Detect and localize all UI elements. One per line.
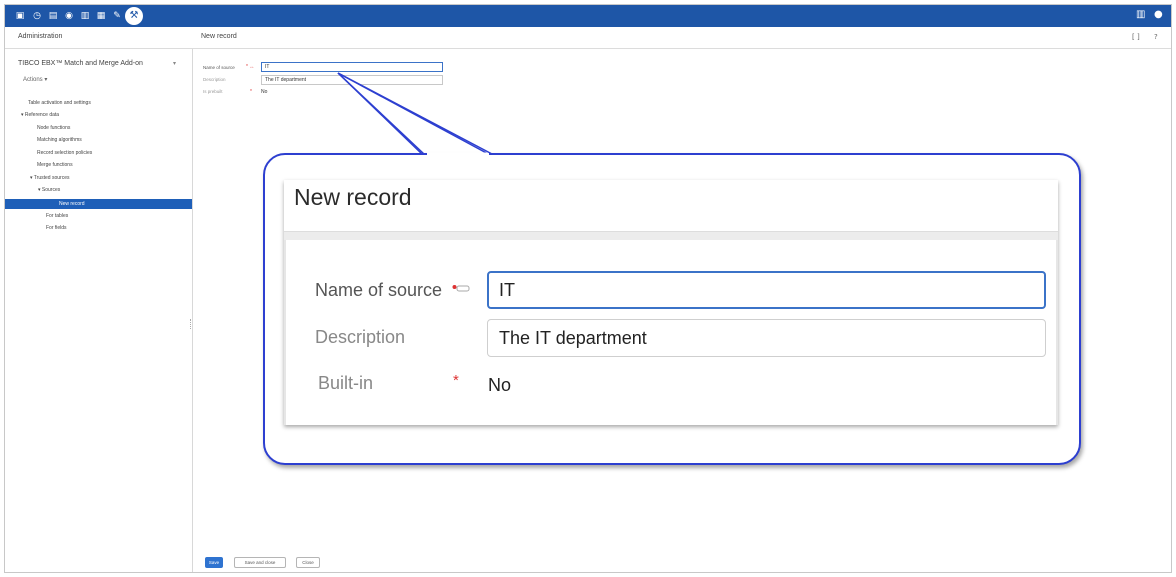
fullscreen-icon[interactable]: [ ]	[1132, 33, 1140, 41]
zoomed-title: New record	[294, 184, 412, 210]
dataset-title: TIBCO EBX™ Match and Merge Add-on	[18, 60, 143, 67]
builtin-label: Is prebuilt	[203, 89, 223, 94]
panel-icon[interactable]: ▥	[1136, 9, 1145, 20]
builtin-value: No	[261, 89, 268, 95]
sidebar-splitter[interactable]	[190, 319, 192, 329]
top-navigation-bar: ▣ ◷ ▤ ◉ ▥ ▦ ✎ ⚒ ▥ ●	[5, 5, 1171, 27]
pin-icon[interactable]: ✎	[111, 10, 123, 22]
tree-item-reference-data[interactable]: ▾ Reference data	[21, 112, 59, 118]
zoomed-form: Name of source IT Description The IT dep…	[284, 240, 1058, 425]
zoomed-required-hint-icon	[452, 285, 470, 292]
tree-item-for-fields[interactable]: For fields	[46, 225, 67, 231]
dataspace-icon[interactable]: ▦	[95, 10, 107, 22]
tree-item-record-selection-policies[interactable]: Record selection policies	[37, 150, 92, 156]
close-button[interactable]: Close	[296, 557, 320, 568]
save-button[interactable]: Save	[205, 557, 223, 568]
name-of-source-input[interactable]: IT	[261, 62, 443, 72]
save-and-close-button[interactable]: Save and close	[234, 557, 286, 568]
zoomed-name-label: Name of source	[315, 280, 443, 300]
description-input[interactable]: The IT department	[261, 75, 443, 85]
zoomed-name-input[interactable]: IT	[487, 271, 1046, 309]
zoomed-record-panel: New record Name of source IT Description…	[284, 180, 1058, 425]
description-label: Description	[203, 77, 226, 82]
navigation-sidebar: TIBCO EBX™ Match and Merge Add-on ▾ Acti…	[5, 49, 193, 572]
zoomed-header: New record	[284, 180, 1058, 232]
dataset-icon[interactable]: ▥	[79, 10, 91, 22]
dataset-dropdown-icon[interactable]: ▾	[173, 60, 176, 67]
name-required-marker: * ↔	[246, 64, 255, 70]
tree-item-table-activation[interactable]: Table activation and settings	[28, 100, 91, 106]
tree-item-trusted-sources[interactable]: ▾ Trusted sources	[30, 175, 69, 181]
administration-title: Administration	[18, 33, 63, 40]
clock-icon[interactable]: ◷	[31, 10, 43, 22]
zoomed-builtin-required-marker: *	[453, 372, 459, 389]
tree-item-matching-algorithms[interactable]: Matching algorithms	[37, 137, 82, 143]
speech-icon[interactable]: ◉	[63, 10, 75, 22]
document-icon[interactable]: ▤	[47, 10, 59, 22]
tree-item-merge-functions[interactable]: Merge functions	[37, 162, 73, 168]
builtin-required-marker: *	[250, 89, 252, 95]
zoomed-builtin-label: Built-in	[318, 373, 374, 393]
database-icon[interactable]: ▣	[14, 10, 26, 22]
zoomed-separator	[284, 232, 1058, 240]
help-icon[interactable]: ?	[1154, 33, 1158, 41]
header-row: Administration New record [ ] ?	[5, 27, 1171, 49]
view-title: New record	[201, 33, 237, 40]
tree-item-node-functions[interactable]: Node functions	[37, 125, 70, 131]
zoomed-builtin-value: No	[488, 375, 512, 395]
name-of-source-label: Name of source	[203, 65, 235, 70]
tree-item-new-record[interactable]: New record	[5, 199, 192, 209]
actions-menu[interactable]: Actions ▾	[23, 76, 47, 83]
tree-item-sources[interactable]: ▾ Sources	[38, 187, 60, 193]
zoomed-description-input[interactable]: The IT department	[487, 319, 1046, 357]
wrench-icon[interactable]: ⚒	[125, 7, 143, 25]
user-avatar-icon[interactable]: ●	[1154, 9, 1163, 20]
tree-item-for-tables[interactable]: For tables	[46, 213, 68, 219]
zoomed-description-label: Description	[315, 327, 406, 347]
